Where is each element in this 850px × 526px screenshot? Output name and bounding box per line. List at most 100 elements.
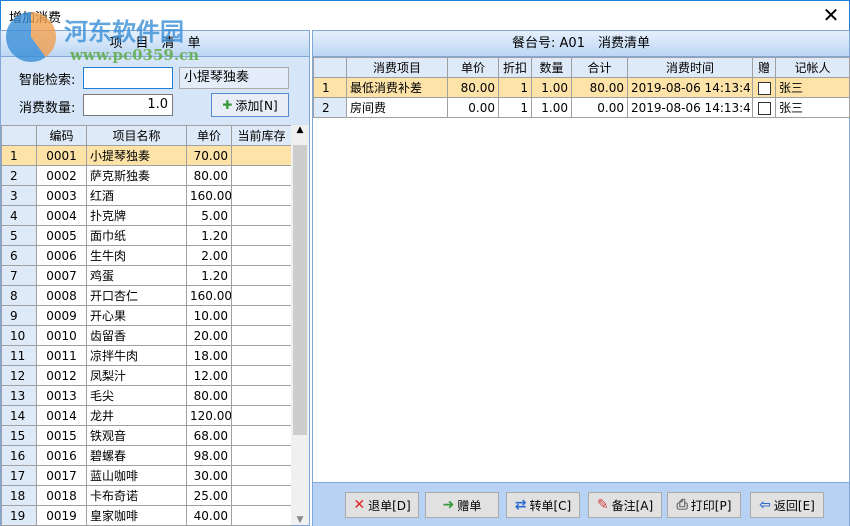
column-header[interactable]: 数量 bbox=[531, 57, 572, 78]
column-header[interactable]: 项目名称 bbox=[86, 125, 187, 146]
table-row[interactable]: 1 0001 小提琴独奏 70.00 bbox=[1, 145, 292, 166]
table-cell: 0006 bbox=[36, 245, 87, 266]
table-row[interactable]: 12 0012 凤梨汁 12.00 bbox=[1, 365, 292, 386]
gift-checkbox-cell[interactable] bbox=[752, 97, 776, 118]
table-cell: 80.00 bbox=[186, 385, 232, 406]
table-cell: 碧螺春 bbox=[86, 445, 187, 466]
table-cell: 0016 bbox=[36, 445, 87, 466]
action-button-label: 退单[D] bbox=[368, 498, 411, 513]
table-cell bbox=[231, 465, 292, 486]
table-cell: 98.00 bbox=[186, 445, 232, 466]
action-button-5[interactable]: ⎙ 打印[P] bbox=[667, 492, 741, 518]
close-button[interactable]: ✕ bbox=[819, 3, 843, 27]
table-row[interactable]: 5 0005 面巾纸 1.20 bbox=[1, 225, 292, 246]
gift-arrow-icon: ➜ bbox=[442, 497, 455, 513]
table-cell bbox=[231, 425, 292, 446]
table-cell: 0013 bbox=[36, 385, 87, 406]
item-list-scrollbar[interactable]: ▲ ▼ bbox=[291, 125, 309, 525]
table-cell: 鸡蛋 bbox=[86, 265, 187, 286]
table-row[interactable]: 17 0017 蓝山咖啡 30.00 bbox=[1, 465, 292, 486]
table-row[interactable]: 2 房间费 0.00 1 1.00 0.00 2019-08-06 14:13:47 张三 bbox=[313, 97, 850, 118]
transfer-icon: ⇄ bbox=[514, 497, 527, 513]
column-header[interactable]: 编码 bbox=[36, 125, 87, 146]
title-bar: 增加消费 ✕ bbox=[0, 0, 850, 30]
table-cell: 0.00 bbox=[571, 97, 628, 118]
table-cell: 1 bbox=[498, 97, 532, 118]
table-row[interactable]: 13 0013 毛尖 80.00 bbox=[1, 385, 292, 406]
gift-checkbox[interactable] bbox=[757, 81, 771, 95]
search-input[interactable] bbox=[83, 67, 173, 89]
table-cell: 房间费 bbox=[346, 97, 448, 118]
table-row[interactable]: 11 0011 凉拌牛肉 18.00 bbox=[1, 345, 292, 366]
table-cell: 12.00 bbox=[186, 365, 232, 386]
table-cell: 0019 bbox=[36, 505, 87, 526]
action-button-label: 打印[P] bbox=[690, 498, 732, 513]
table-row[interactable]: 18 0018 卡布奇诺 25.00 bbox=[1, 485, 292, 506]
action-button-label: 备注[A] bbox=[611, 498, 654, 513]
table-cell bbox=[231, 325, 292, 346]
table-cell bbox=[231, 345, 292, 366]
table-row[interactable]: 14 0014 龙井 120.00 bbox=[1, 405, 292, 426]
column-header[interactable]: 单价 bbox=[186, 125, 232, 146]
table-cell: 17 bbox=[1, 465, 37, 486]
table-row[interactable]: 2 0002 萨克斯独奏 80.00 bbox=[1, 165, 292, 186]
gift-checkbox[interactable] bbox=[757, 101, 771, 115]
gift-checkbox-cell[interactable] bbox=[752, 77, 776, 98]
table-cell: 70.00 bbox=[186, 145, 232, 166]
table-row[interactable]: 6 0006 生牛肉 2.00 bbox=[1, 245, 292, 266]
table-row[interactable]: 7 0007 鸡蛋 1.20 bbox=[1, 265, 292, 286]
table-row[interactable]: 15 0015 铁观音 68.00 bbox=[1, 425, 292, 446]
table-cell: 0.00 bbox=[447, 97, 499, 118]
table-cell: 8 bbox=[1, 285, 37, 306]
add-icon: ✚ bbox=[222, 98, 233, 112]
table-cell: 0014 bbox=[36, 405, 87, 426]
column-header[interactable]: 单价 bbox=[447, 57, 499, 78]
table-row[interactable]: 8 0008 开口杏仁 160.00 bbox=[1, 285, 292, 306]
column-header[interactable]: 当前库存 bbox=[231, 125, 292, 146]
table-row[interactable]: 4 0004 扑克牌 5.00 bbox=[1, 205, 292, 226]
table-cell: 2 bbox=[1, 165, 37, 186]
action-button-label: 返回[E] bbox=[773, 498, 815, 513]
table-row[interactable]: 19 0019 皇家咖啡 40.00 bbox=[1, 505, 292, 526]
table-cell: 0018 bbox=[36, 485, 87, 506]
table-cell: 14 bbox=[1, 405, 37, 426]
table-row[interactable]: 10 0010 齿留香 20.00 bbox=[1, 325, 292, 346]
scroll-up-icon[interactable]: ▲ bbox=[291, 125, 309, 135]
table-cell: 10 bbox=[1, 325, 37, 346]
column-header[interactable] bbox=[313, 57, 347, 78]
action-button-1[interactable]: ✕ 退单[D] bbox=[345, 492, 419, 518]
window-title: 增加消费 bbox=[9, 11, 62, 26]
table-cell: 萨克斯独奏 bbox=[86, 165, 187, 186]
column-header[interactable]: 消费项目 bbox=[346, 57, 448, 78]
column-header[interactable]: 折扣 bbox=[498, 57, 532, 78]
table-cell: 1 bbox=[1, 145, 37, 166]
table-cell bbox=[231, 185, 292, 206]
qty-input[interactable]: 1.0 bbox=[83, 94, 173, 116]
table-cell: 2019-08-06 14:13:47 bbox=[627, 97, 753, 118]
table-cell: 3 bbox=[1, 185, 37, 206]
column-header[interactable]: 消费时间 bbox=[627, 57, 753, 78]
action-button-2[interactable]: ➜ 赠单 bbox=[425, 492, 499, 518]
column-header[interactable]: 记帐人 bbox=[775, 57, 850, 78]
action-button-4[interactable]: ✎ 备注[A] bbox=[588, 492, 662, 518]
action-button-6[interactable]: ⇦ 返回[E] bbox=[750, 492, 824, 518]
table-cell: 40.00 bbox=[186, 505, 232, 526]
column-header[interactable]: 合计 bbox=[571, 57, 628, 78]
consumption-list-panel: 餐台号: A01 消费清单 消费项目 单价 折扣 数量 合计 消费时间赠记帐人 1 最低消费… bbox=[312, 30, 850, 526]
table-cell: 开心果 bbox=[86, 305, 187, 326]
consumption-list-header: 餐台号: A01 消费清单 bbox=[313, 31, 849, 57]
action-button-3[interactable]: ⇄ 转单[C] bbox=[506, 492, 580, 518]
scroll-thumb[interactable] bbox=[293, 145, 307, 435]
table-row[interactable]: 16 0016 碧螺春 98.00 bbox=[1, 445, 292, 466]
table-cell bbox=[231, 225, 292, 246]
column-header[interactable] bbox=[1, 125, 37, 146]
scroll-down-icon[interactable]: ▼ bbox=[291, 515, 309, 525]
add-button[interactable]: ✚ 添加[N] bbox=[211, 93, 289, 117]
table-row[interactable]: 3 0003 红酒 160.00 bbox=[1, 185, 292, 206]
table-cell: 皇家咖啡 bbox=[86, 505, 187, 526]
column-header[interactable]: 赠 bbox=[752, 57, 776, 78]
table-cell bbox=[231, 445, 292, 466]
table-cell: 0010 bbox=[36, 325, 87, 346]
table-row[interactable]: 1 最低消费补差 80.00 1 1.00 80.00 2019-08-06 14:13:4… bbox=[313, 77, 850, 98]
table-row[interactable]: 9 0009 开心果 10.00 bbox=[1, 305, 292, 326]
